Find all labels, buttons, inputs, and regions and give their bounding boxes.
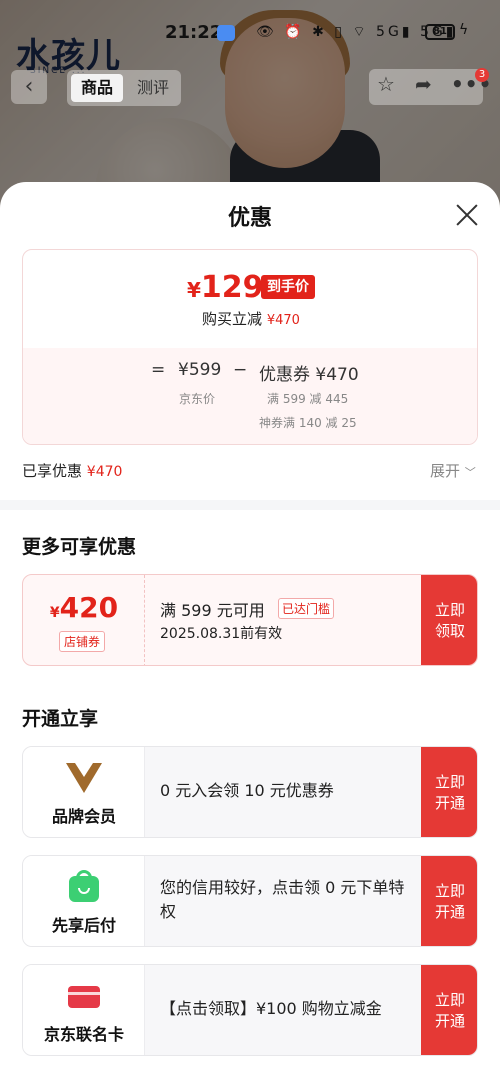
claim-button-line2: 领取 xyxy=(434,622,465,640)
jd-price-label: 京东价 xyxy=(179,392,216,406)
tab-product[interactable]: 商品 xyxy=(71,74,123,102)
brand-member-button[interactable]: 立即 开通 xyxy=(421,747,477,837)
cobrand-card-panel: 京东联名卡 xyxy=(23,965,145,1055)
credit-card-icon xyxy=(67,979,101,1013)
notification-badge: 3 xyxy=(475,68,489,82)
pay-later-label: 先享后付 xyxy=(51,916,116,935)
expand-label: 展开 xyxy=(430,462,461,480)
price-breakdown: = ¥599 − 优惠券 ¥470 京东价 满 599 减 445 神券满 14… xyxy=(23,348,477,444)
share-icon[interactable]: ➦ xyxy=(415,72,432,96)
cobrand-card-button-line2: 开通 xyxy=(434,1012,465,1030)
more-discounts-title: 更多可享优惠 xyxy=(22,536,137,558)
status-time: 21:22 xyxy=(165,22,223,43)
coupon-type-badge: 店铺券 xyxy=(59,631,106,652)
cobrand-card-button-line1: 立即 xyxy=(434,991,465,1009)
message-app-icon xyxy=(217,25,235,41)
coupon-total: 优惠券 ¥470 xyxy=(259,365,359,385)
final-price-value: 129 xyxy=(200,270,264,305)
sheet-title: 优惠 xyxy=(227,206,272,231)
discount-label: 购买立减 xyxy=(202,310,263,328)
currency-symbol: ¥ xyxy=(187,278,201,302)
close-icon[interactable] xyxy=(454,202,480,228)
product-tabs: 商品 测评 xyxy=(67,70,181,106)
cobrand-card-text: 【点击领取】¥100 购物立减金 xyxy=(160,999,382,1018)
section-divider xyxy=(0,500,500,510)
price-summary-card: ¥129 到手价 购买立减 ¥470 = ¥599 − 优惠券 ¥470 京东价… xyxy=(22,249,478,445)
discount-amount: ¥470 xyxy=(266,313,300,328)
final-price-tag: 到手价 xyxy=(261,275,315,299)
cobrand-card-row[interactable]: 京东联名卡 【点击领取】¥100 购物立减金 立即 开通 xyxy=(22,964,478,1056)
claim-button-line1: 立即 xyxy=(434,601,465,619)
top-actions: ☆ ➦ ••• xyxy=(369,69,491,105)
pay-later-row[interactable]: 先享后付 您的信用较好，点击领 0 元下单特权 立即 开通 xyxy=(22,855,478,947)
price-summary-top: ¥129 到手价 购买立减 ¥470 xyxy=(23,250,477,348)
brand-v-icon xyxy=(66,761,102,795)
enjoyed-discount: 已享优惠 ¥470 xyxy=(22,460,122,481)
back-button[interactable]: ‹ xyxy=(11,70,47,104)
coupon-condition: 满 599 元可用 xyxy=(160,601,265,620)
coupon-detail-2: 神券满 140 减 25 xyxy=(259,416,357,430)
status-bar: 21:22 👁 ⏰ ✱ ▯ ⌔ 5G▮ 5G▮ 81 ϟ xyxy=(0,18,500,48)
brand-member-label: 品牌会员 xyxy=(51,807,116,826)
brand-member-button-line2: 开通 xyxy=(434,794,465,812)
chevron-left-icon: ‹ xyxy=(24,74,34,99)
pay-later-panel: 先享后付 xyxy=(23,856,145,946)
jd-price: ¥599 xyxy=(178,360,222,380)
activate-title: 开通立享 xyxy=(22,708,99,730)
enjoyed-label: 已享优惠 xyxy=(22,462,83,480)
coupon-expiry: 2025.08.31前有效 xyxy=(160,626,283,642)
final-price: ¥129 xyxy=(187,270,264,305)
pay-later-text: 您的信用较好，点击领 0 元下单特权 xyxy=(160,878,405,921)
expand-button[interactable]: 展开 ﹀ xyxy=(430,460,476,481)
coupon-amount-value: 420 xyxy=(59,591,119,624)
enjoyed-amount: ¥470 xyxy=(86,464,123,480)
pay-later-button[interactable]: 立即 开通 xyxy=(421,856,477,946)
coupon-amount-panel: ¥420 店铺券 xyxy=(23,575,145,665)
cobrand-card-button[interactable]: 立即 开通 xyxy=(421,965,477,1055)
claim-coupon-button[interactable]: 立即 领取 xyxy=(421,575,477,665)
discount-summary: 购买立减 ¥470 xyxy=(23,308,477,329)
coupon-status-badge: 已达门槛 xyxy=(278,598,335,619)
discount-sheet: 优惠 ¥129 到手价 购买立减 ¥470 = ¥599 − 优惠券 ¥470 … xyxy=(0,182,500,1085)
brand-member-panel: 品牌会员 xyxy=(23,747,145,837)
store-coupon-card[interactable]: ¥420 店铺券 满 599 元可用 已达门槛 2025.08.31前有效 立即… xyxy=(22,574,478,666)
charging-icon: ϟ xyxy=(459,22,469,38)
cobrand-card-label: 京东联名卡 xyxy=(43,1025,124,1044)
star-icon[interactable]: ☆ xyxy=(377,72,395,96)
shopping-bag-icon xyxy=(67,870,101,904)
tab-review[interactable]: 测评 xyxy=(127,74,179,102)
equals-sign: = xyxy=(151,360,166,380)
pay-later-button-line1: 立即 xyxy=(434,882,465,900)
pay-later-button-line2: 开通 xyxy=(434,903,465,921)
battery-icon: 81 xyxy=(425,24,455,40)
chevron-down-icon: ﹀ xyxy=(464,466,476,479)
brand-member-row[interactable]: 品牌会员 0 元入会领 10 元优惠券 立即 开通 xyxy=(22,746,478,838)
minus-sign: − xyxy=(233,360,248,380)
coupon-currency: ¥ xyxy=(49,605,60,621)
coupon-detail-1: 满 599 减 445 xyxy=(267,392,349,406)
brand-member-button-line1: 立即 xyxy=(434,773,465,791)
coupon-amount: ¥420 xyxy=(23,591,145,624)
brand-member-text: 0 元入会领 10 元优惠券 xyxy=(160,781,334,800)
